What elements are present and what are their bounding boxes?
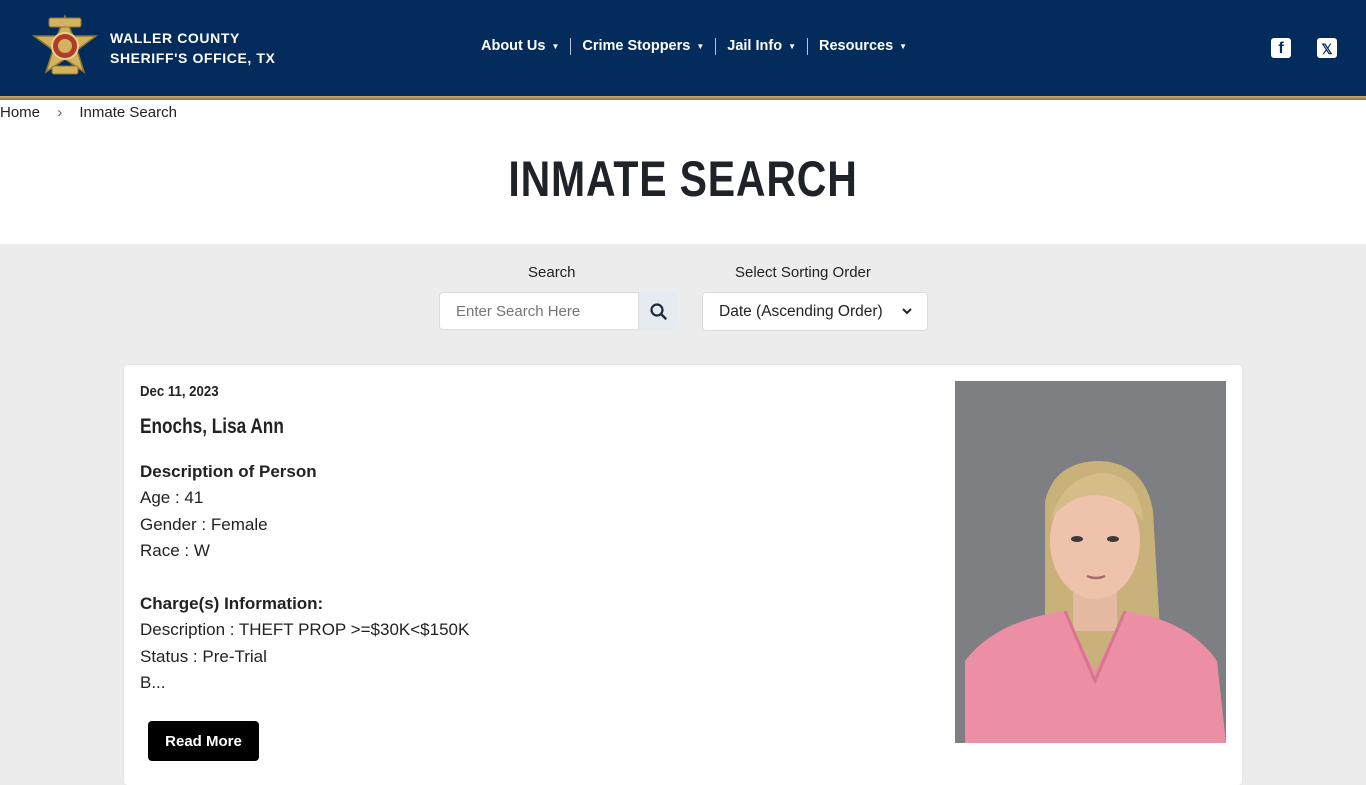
nav-resources-label: Resources: [818, 38, 894, 54]
caret-down-icon: ▼: [551, 41, 560, 51]
description-heading: Description of Person: [140, 462, 317, 481]
breadcrumb: Home › Inmate Search: [0, 104, 177, 121]
charge-description: Description : THEFT PROP >=$30K<$150K: [140, 620, 470, 639]
gender-field: Gender : Female: [140, 515, 268, 534]
sheriff-star-logo[interactable]: [28, 14, 102, 80]
truncated-text: B...: [140, 673, 166, 692]
race-field: Race : W: [140, 541, 210, 560]
age-field: Age : 41: [140, 488, 204, 507]
caret-down-icon: ▼: [899, 41, 908, 51]
chevron-right-icon: ›: [57, 104, 63, 121]
search-input[interactable]: [440, 293, 636, 329]
search-label: Search: [528, 264, 576, 281]
caret-down-icon: ▼: [696, 41, 705, 51]
search-button[interactable]: [639, 292, 677, 330]
nav-crime-stoppers[interactable]: Crime Stoppers ▼: [571, 38, 715, 54]
page-title: INMATE SEARCH: [508, 151, 858, 207]
search-icon: [649, 302, 667, 320]
breadcrumb-current: Inmate Search: [79, 104, 177, 121]
charges-heading: Charge(s) Information:: [140, 594, 324, 613]
brand-name[interactable]: WALLER COUNTY SHERIFF'S OFFICE, TX: [110, 28, 275, 68]
booking-date: Dec 11, 2023: [140, 383, 219, 400]
inmate-card: Dec 11, 2023 Enochs, Lisa Ann Descriptio…: [124, 365, 1242, 785]
nav-resources[interactable]: Resources ▼: [808, 38, 918, 54]
nav-about-us-label: About Us: [481, 38, 546, 54]
charge-status: Status : Pre-Trial: [140, 647, 267, 666]
caret-down-icon: ▼: [788, 41, 796, 51]
mugshot-image: [955, 381, 1226, 743]
site-header: WALLER COUNTY SHERIFF'S OFFICE, TX About…: [0, 0, 1366, 96]
nav-jail-info[interactable]: Jail Info ▼: [716, 38, 807, 54]
sort-selected-value: Date (Ascending Order): [719, 302, 883, 320]
brand-line-1: WALLER COUNTY: [110, 30, 240, 46]
x-icon[interactable]: 𝕏: [1317, 38, 1337, 58]
chevron-down-icon: [902, 308, 912, 315]
inmate-photo[interactable]: [955, 381, 1226, 743]
breadcrumb-home[interactable]: Home: [0, 104, 40, 121]
sort-order-select[interactable]: Date (Ascending Order): [702, 292, 928, 331]
main-nav: About Us ▼ Crime Stoppers ▼ Jail Info ▼ …: [470, 36, 918, 56]
search-field-wrapper: [439, 292, 639, 330]
nav-crime-stoppers-label: Crime Stoppers: [582, 38, 691, 54]
sort-label: Select Sorting Order: [735, 264, 871, 281]
nav-about-us[interactable]: About Us ▼: [470, 38, 570, 54]
read-more-button[interactable]: Read More: [148, 721, 259, 761]
facebook-icon[interactable]: f: [1271, 38, 1291, 58]
inmate-name[interactable]: Enochs, Lisa Ann: [140, 415, 284, 439]
brand-line-2: SHERIFF'S OFFICE, TX: [110, 50, 276, 66]
nav-jail-info-label: Jail Info: [727, 38, 783, 54]
